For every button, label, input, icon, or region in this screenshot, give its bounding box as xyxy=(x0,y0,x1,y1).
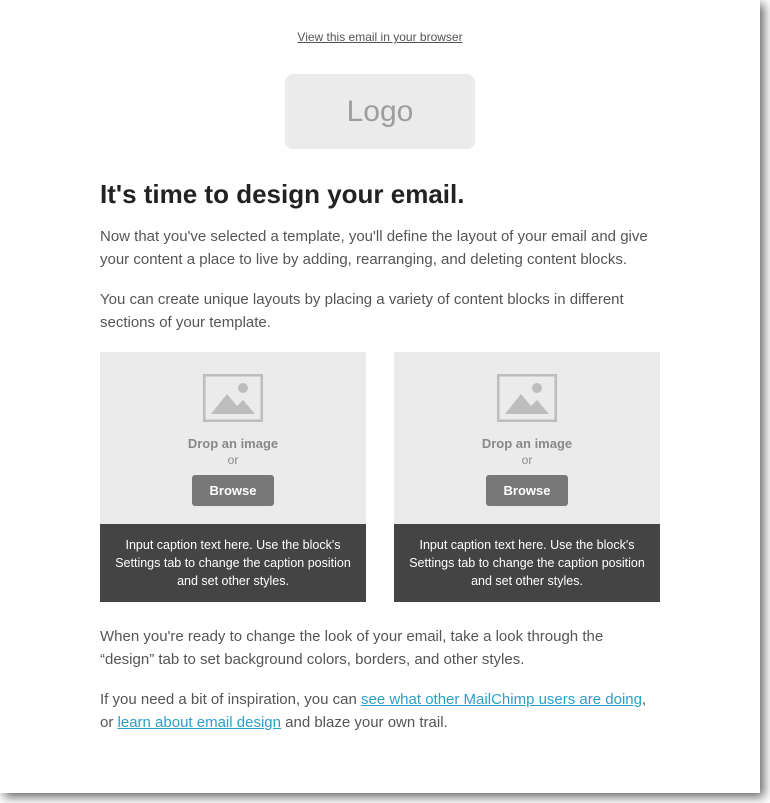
logo-placeholder[interactable]: Logo xyxy=(285,74,475,149)
image-placeholder-icon xyxy=(497,374,557,422)
text-fragment: If you need a bit of inspiration, you ca… xyxy=(100,691,361,708)
or-label: or xyxy=(404,453,650,467)
headline: It's time to design your email. xyxy=(100,179,660,210)
email-preview-window: View this email in your browser Logo It'… xyxy=(0,0,760,793)
logo-row: Logo xyxy=(100,74,660,149)
intro-paragraph-1: Now that you've selected a template, you… xyxy=(100,226,660,271)
image-card: Drop an image or Browse Input caption te… xyxy=(394,352,660,602)
see-users-link[interactable]: see what other MailChimp users are doing xyxy=(361,691,642,708)
email-body: Logo It's time to design your email. Now… xyxy=(70,64,690,782)
image-placeholder-icon xyxy=(203,374,263,422)
image-card: Drop an image or Browse Input caption te… xyxy=(100,352,366,602)
image-cards-row: Drop an image or Browse Input caption te… xyxy=(100,352,660,602)
drop-image-label: Drop an image xyxy=(404,436,650,451)
browse-button[interactable]: Browse xyxy=(486,475,569,506)
view-in-browser-row: View this email in your browser xyxy=(0,0,760,64)
browse-button[interactable]: Browse xyxy=(192,475,275,506)
drop-image-label: Drop an image xyxy=(110,436,356,451)
image-caption[interactable]: Input caption text here. Use the block's… xyxy=(100,524,366,602)
intro-paragraph-2: You can create unique layouts by placing… xyxy=(100,289,660,334)
image-drop-area[interactable]: Drop an image or Browse xyxy=(100,352,366,524)
text-fragment: and blaze your own trail. xyxy=(281,714,448,731)
image-caption[interactable]: Input caption text here. Use the block's… xyxy=(394,524,660,602)
learn-design-link[interactable]: learn about email design xyxy=(118,714,281,731)
or-label: or xyxy=(110,453,356,467)
design-tab-paragraph: When you're ready to change the look of … xyxy=(100,626,660,671)
view-in-browser-link[interactable]: View this email in your browser xyxy=(297,30,462,44)
inspiration-paragraph: If you need a bit of inspiration, you ca… xyxy=(100,689,660,734)
image-drop-area[interactable]: Drop an image or Browse xyxy=(394,352,660,524)
